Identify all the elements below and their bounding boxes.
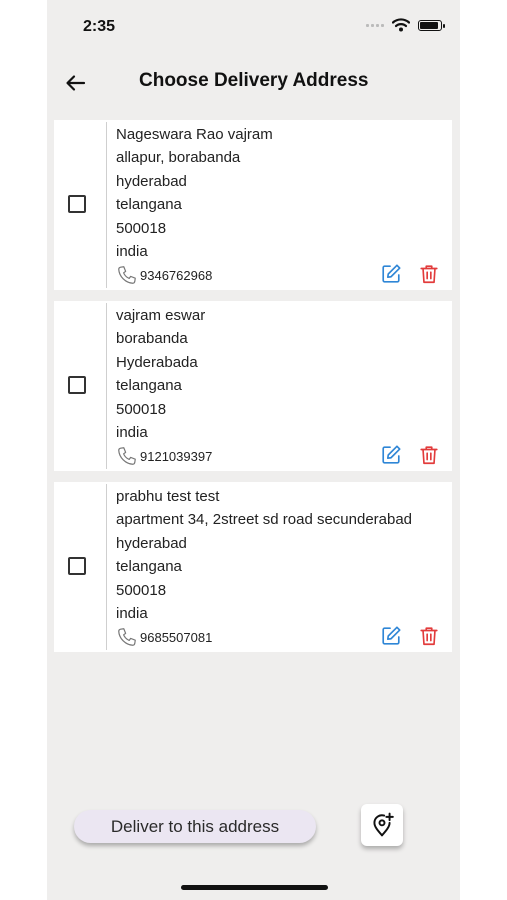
address-country: india bbox=[116, 424, 148, 442]
address-street: borabanda bbox=[116, 330, 188, 348]
status-time: 2:35 bbox=[83, 18, 116, 35]
address-checkbox[interactable] bbox=[68, 557, 86, 575]
trash-icon[interactable] bbox=[418, 625, 440, 647]
status-icons bbox=[366, 18, 445, 32]
edit-icon[interactable] bbox=[380, 625, 402, 647]
address-phone: 9121039397 bbox=[140, 448, 213, 464]
address-country: india bbox=[116, 243, 148, 261]
phone-icon bbox=[118, 447, 136, 465]
address-phone-row: 9685507081 bbox=[116, 626, 212, 648]
home-indicator bbox=[181, 885, 328, 890]
address-street: allapur, borabanda bbox=[116, 149, 241, 167]
address-pincode: 500018 bbox=[116, 219, 167, 237]
card-divider bbox=[106, 303, 107, 469]
address-phone: 9685507081 bbox=[140, 629, 213, 645]
phone-icon bbox=[118, 628, 136, 646]
address-pincode: 500018 bbox=[116, 400, 167, 418]
address-city: Hyderabada bbox=[116, 353, 198, 371]
address-state: telangana bbox=[116, 558, 182, 576]
cellular-signal-icon bbox=[366, 23, 384, 27]
add-location-icon bbox=[373, 812, 394, 837]
address-phone-row: 9346762968 bbox=[116, 264, 212, 286]
trash-icon[interactable] bbox=[418, 263, 440, 285]
deliver-to-address-button[interactable]: Deliver to this address bbox=[74, 810, 316, 843]
address-name: prabhu test test bbox=[116, 488, 220, 505]
address-city: hyderabad bbox=[116, 534, 187, 552]
wifi-icon bbox=[392, 18, 410, 32]
trash-icon[interactable] bbox=[418, 444, 440, 466]
address-phone-row: 9121039397 bbox=[116, 445, 212, 467]
back-arrow-icon[interactable] bbox=[63, 70, 89, 96]
address-country: india bbox=[116, 605, 148, 623]
address-card[interactable]: vajram eswar borabanda Hyderabada telang… bbox=[54, 301, 452, 471]
battery-icon bbox=[418, 19, 445, 31]
card-divider bbox=[106, 122, 107, 288]
address-phone: 9346762968 bbox=[140, 267, 213, 283]
edit-icon[interactable] bbox=[380, 444, 402, 466]
address-state: telangana bbox=[116, 377, 182, 395]
address-lines: Nageswara Rao vajram allapur, borabanda … bbox=[116, 123, 273, 263]
address-lines: vajram eswar borabanda Hyderabada telang… bbox=[116, 304, 205, 444]
address-card[interactable]: prabhu test test apartment 34, 2street s… bbox=[54, 482, 452, 652]
address-lines: prabhu test test apartment 34, 2street s… bbox=[116, 485, 412, 625]
add-location-button[interactable] bbox=[361, 804, 403, 846]
card-divider bbox=[106, 484, 107, 650]
edit-icon[interactable] bbox=[380, 263, 402, 285]
app-screen: 2:35 Choose Delivery Address Nageswara R… bbox=[47, 0, 460, 900]
address-pincode: 500018 bbox=[116, 581, 167, 599]
address-name: Nageswara Rao vajram bbox=[116, 126, 273, 143]
phone-icon bbox=[118, 266, 136, 284]
address-name: vajram eswar bbox=[116, 307, 206, 324]
address-street: apartment 34, 2street sd road secunderab… bbox=[116, 511, 413, 529]
page-title: Choose Delivery Address bbox=[139, 70, 369, 91]
address-card[interactable]: Nageswara Rao vajram allapur, borabanda … bbox=[54, 120, 452, 290]
address-checkbox[interactable] bbox=[68, 195, 86, 213]
address-state: telangana bbox=[116, 196, 182, 214]
address-checkbox[interactable] bbox=[68, 376, 86, 394]
address-city: hyderabad bbox=[116, 172, 187, 190]
